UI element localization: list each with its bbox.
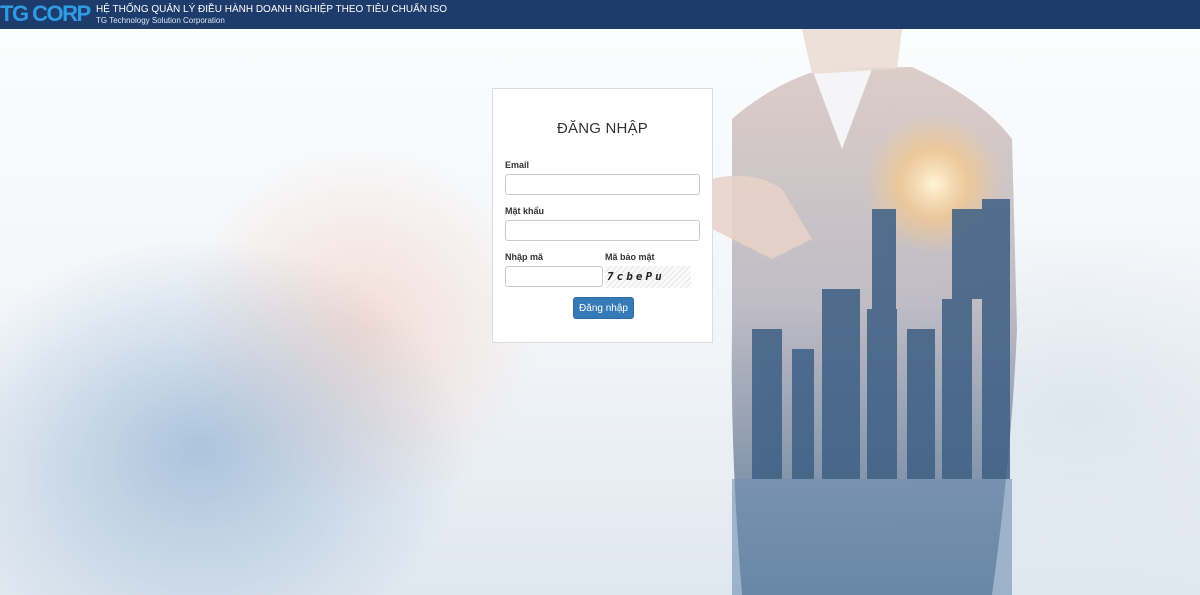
code-label: Nhập mã [505,252,544,262]
password-label: Mật khẩu [505,206,545,216]
email-field[interactable] [505,174,700,195]
top-header: TG CORP HỆ THỐNG QUẢN LÝ ĐIỀU HÀNH DOANH… [0,0,1200,29]
login-title: ĐĂNG NHẬP [557,120,648,137]
company-logo[interactable]: TG CORP [0,2,91,26]
captcha-image: 7cbePu [605,266,691,288]
login-button[interactable]: Đăng nhập [573,297,634,319]
email-label: Email [505,160,530,170]
captcha-label: Mã bảo mật [605,252,655,262]
system-title: HỆ THỐNG QUẢN LÝ ĐIỀU HÀNH DOANH NGHIỆP … [96,4,447,15]
businessman-city-illustration [712,29,1017,595]
company-subtitle: TG Technology Solution Corporation [96,16,225,25]
captcha-input[interactable] [505,266,603,287]
login-panel: ĐĂNG NHẬP Email Mật khẩu Nhập mã Mã bảo … [492,88,713,343]
password-field[interactable] [505,220,700,241]
